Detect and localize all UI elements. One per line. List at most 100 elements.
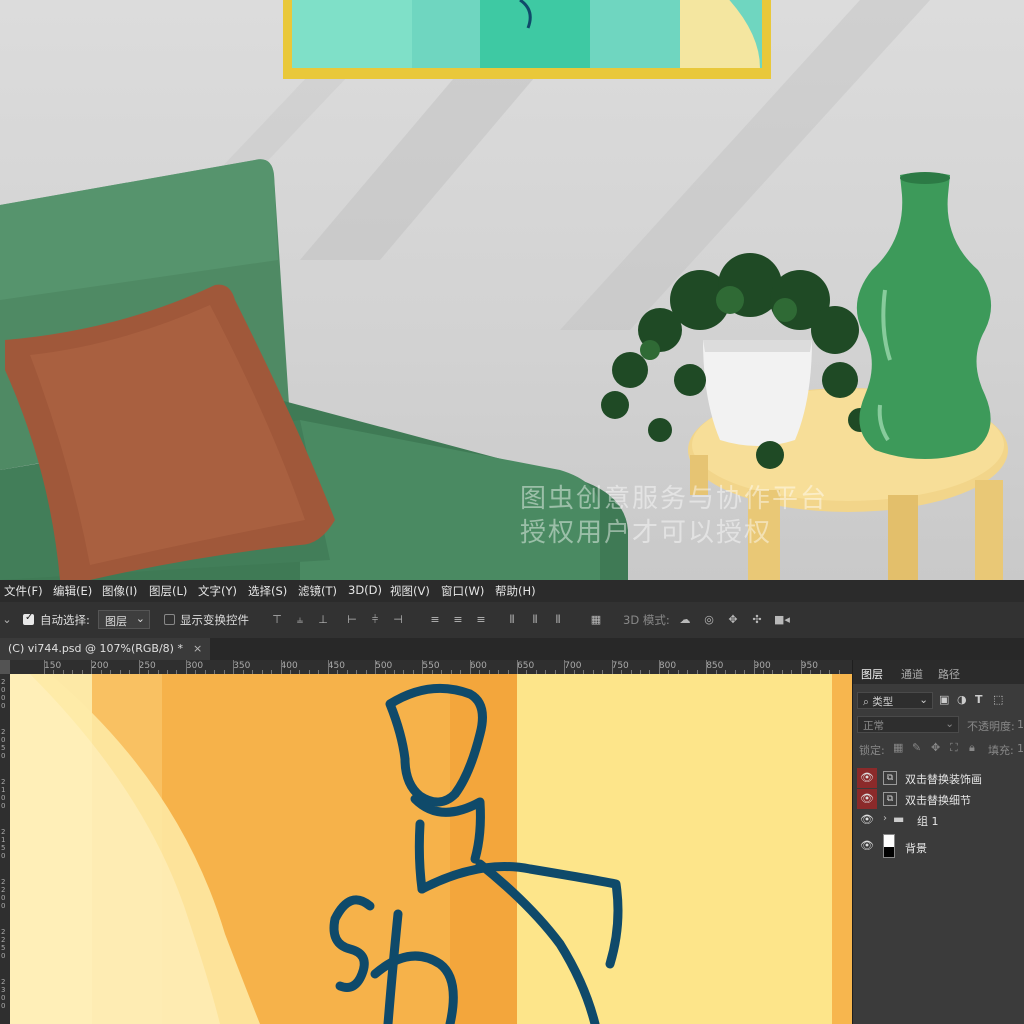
opacity-value[interactable]: 1 [1017,718,1024,731]
layer-name: 双击替换装饰画 [905,773,982,786]
ruler-tick [422,660,424,674]
layer-thumbnail [883,834,895,858]
3d-roll-icon[interactable]: ◎ [702,613,716,626]
document-tab[interactable]: (C) vi744.psd @ 107%(RGB/8) * × [0,638,211,660]
ruler-tick [517,660,518,674]
visibility-eye-icon[interactable]: 👁︎ [857,768,877,788]
lock-fill-row: 锁定: ▦ ✎ ✥ ⛶ 🔒︎ 填充: 1 [853,738,1024,760]
menu-type[interactable]: 文字(Y) [198,583,237,599]
document-tab-bar: (C) vi744.psd @ 107%(RGB/8) * × [0,638,1024,660]
layer-row[interactable]: 👁︎ ⧉ 双击替换细节 [853,789,1024,809]
photoshop-window: 文件(F) 编辑(E) 图像(I) 图层(L) 文字(Y) 选择(S) 滤镜(T… [0,580,1024,1024]
distribute-bottom-icon[interactable]: ≡ [474,613,488,626]
menu-image[interactable]: 图像(I) [102,583,137,599]
ruler-tick-label: 2250 [1,928,6,960]
align-horizontal-center-icon[interactable]: ⫩ [368,613,382,626]
menu-window[interactable]: 窗口(W) [441,583,484,599]
auto-align-icon[interactable]: ▦ [589,613,603,626]
opacity-label: 不透明度: [967,720,1015,733]
distribute-hcenter-icon[interactable]: ⦀ [528,613,542,626]
distribute-left-icon[interactable]: ⦀ [505,613,519,626]
filter-type-icon[interactable]: T [975,693,983,706]
menu-filter[interactable]: 滤镜(T) [298,583,337,599]
auto-select-dropdown[interactable]: 图层 ⌄ [98,610,150,629]
3d-orbit-icon[interactable]: ☁ [678,613,692,626]
blend-mode-value: 正常 [863,720,884,732]
menu-view[interactable]: 视图(V) [390,583,430,599]
layer-name: 双击替换细节 [905,794,971,807]
ruler-tick [564,660,566,674]
filter-shape-icon[interactable]: ⬚ [993,693,1003,706]
menu-edit[interactable]: 编辑(E) [53,583,92,599]
menu-select[interactable]: 选择(S) [248,583,287,599]
document-canvas[interactable] [10,674,852,1024]
vertical-ruler: 2000 2050 2100 2150 2200 2250 2300 [0,674,10,1024]
tab-layers[interactable]: 图层 [861,666,883,682]
auto-select-checkbox[interactable] [23,612,34,625]
mockup-preview-image: 图虫创意服务与协作平台 授权用户才可以授权 [0,0,1024,580]
lock-all-icon[interactable]: 🔒︎ [969,741,975,755]
visibility-eye-icon[interactable]: 👁︎ [857,789,877,809]
ruler-tick [185,660,187,674]
tool-preset-chevron-icon[interactable]: ⌄ [2,613,12,626]
distribute-right-icon[interactable]: ⦀ [551,613,565,626]
menu-help[interactable]: 帮助(H) [495,583,536,599]
tab-channels[interactable]: 通道 [901,666,923,682]
distribute-vcenter-icon[interactable]: ≡ [451,613,465,626]
layer-filter-dropdown[interactable]: ⌕ 类型 ⌄ [857,692,933,709]
lock-artboard-icon[interactable]: ⛶ [950,741,958,755]
ruler-tick [753,660,755,674]
mode-3d-label: 3D 模式: [623,613,670,627]
wall-picture-frame [283,0,771,79]
chevron-right-icon[interactable]: › [883,813,887,824]
distribute-top-icon[interactable]: ≡ [428,613,442,626]
align-bottom-icon[interactable]: ⊥ [316,613,330,626]
layer-row[interactable]: 👁︎ ⧉ 双击替换装饰画 [853,768,1024,788]
chevron-down-icon: ⌄ [945,718,954,730]
close-tab-icon[interactable]: × [193,642,202,655]
menu-3d[interactable]: 3D(D) [348,583,382,597]
chevron-down-icon: ⌄ [135,612,145,625]
ruler-tick [280,660,282,674]
menu-layer[interactable]: 图层(L) [149,583,187,599]
smart-object-icon: ⧉ [883,771,897,785]
menu-file[interactable]: 文件(F) [4,583,43,599]
visibility-eye-icon[interactable]: 👁︎ [857,836,877,856]
lock-brush-icon[interactable]: ✎ [912,741,921,754]
horizontal-ruler: 150 200 250 300 350 400 450 500 550 600 650 700 750 8… [10,660,852,675]
filter-pixel-icon[interactable]: ▣ [939,693,949,706]
3d-scale-icon[interactable]: ■◂ [774,613,790,626]
ruler-tick [611,660,613,674]
options-bar: ⌄ 自动选择: 图层 ⌄ 显示变换控件 ⊤ ⫨ ⊥ ⊢ ⫩ ⊣ ≡ ≡ ≡ ⦀ … [0,602,1024,639]
ruler-tick [706,660,708,674]
align-left-icon[interactable]: ⊢ [345,613,359,626]
ruler-tick-label: 2300 [1,978,6,1010]
ruler-tick [138,660,140,674]
layer-name: 组 1 [917,815,939,828]
folder-icon: ▬ [893,812,905,826]
layer-row[interactable]: 👁︎ › ▬ 组 1 [853,810,1024,830]
lock-label: 锁定: [859,744,885,757]
visibility-eye-icon[interactable]: 👁︎ [857,810,877,830]
align-top-icon[interactable]: ⊤ [270,613,284,626]
lock-position-icon[interactable]: ✥ [931,741,940,754]
canvas-artwork [10,674,852,1024]
show-transform-checkbox[interactable] [164,614,175,625]
tab-paths[interactable]: 路径 [938,666,960,682]
fill-value[interactable]: 1 [1017,742,1024,755]
auto-select-label: 自动选择: [40,613,90,627]
ruler-tick [233,660,235,674]
3d-slide-icon[interactable]: ✣ [750,613,764,626]
layer-row[interactable]: 👁︎ 背景 [853,832,1024,860]
ruler-tick [91,660,93,674]
ruler-tick-label: 2000 [1,678,6,710]
filter-adjustment-icon[interactable]: ◑ [957,693,967,706]
ruler-tick-label: 2200 [1,878,6,910]
3d-pan-icon[interactable]: ✥ [726,613,740,626]
ruler-tick-label: 2100 [1,778,6,810]
blend-mode-dropdown[interactable]: 正常 ⌄ [857,716,959,733]
menu-bar: 文件(F) 编辑(E) 图像(I) 图层(L) 文字(Y) 选择(S) 滤镜(T… [0,580,1024,602]
lock-transparent-icon[interactable]: ▦ [893,741,903,754]
align-vertical-center-icon[interactable]: ⫨ [293,613,307,626]
align-right-icon[interactable]: ⊣ [391,613,405,626]
